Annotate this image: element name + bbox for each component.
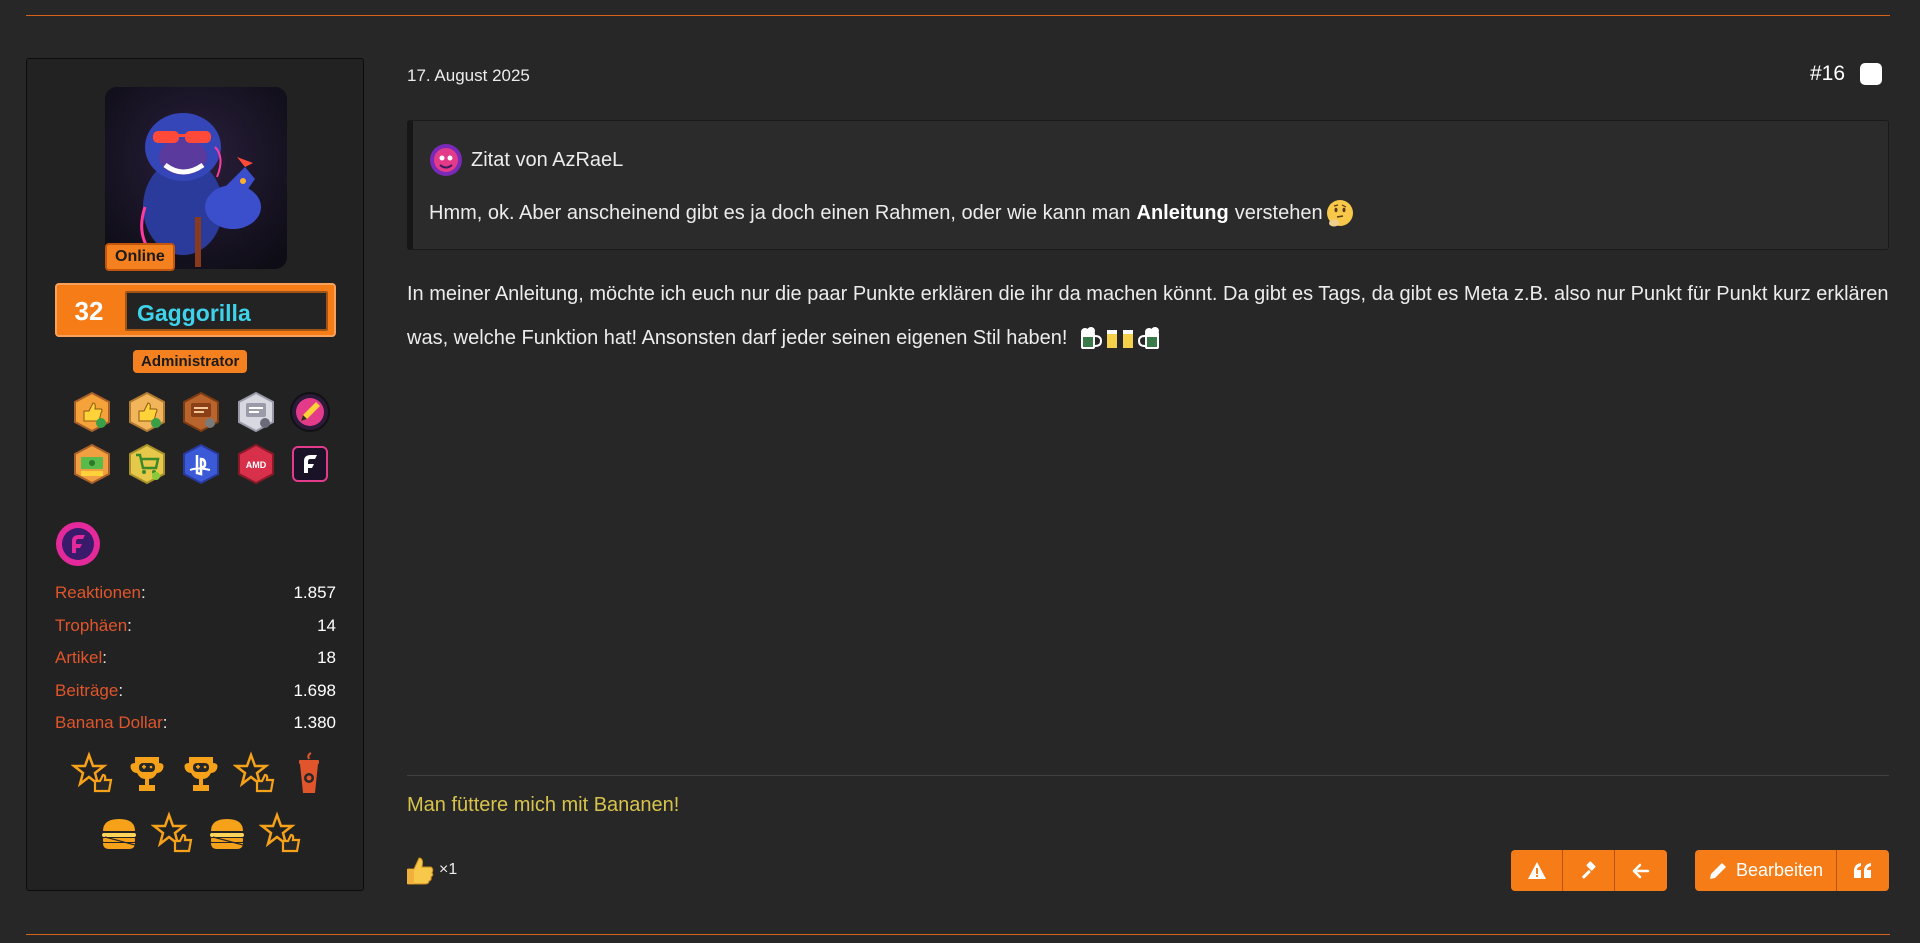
trophy-row-1 bbox=[71, 391, 331, 433]
quote-text-bold: Anleitung bbox=[1136, 201, 1229, 224]
stat-value: 1.857 bbox=[293, 583, 336, 603]
thumbs-up-500-trophy-icon[interactable] bbox=[126, 391, 168, 433]
avatar[interactable] bbox=[105, 87, 287, 269]
playstation-trophy-icon[interactable] bbox=[180, 443, 222, 485]
stat-row-posts: Beiträge: 1.698 bbox=[55, 680, 336, 700]
post-select-checkbox[interactable] bbox=[1860, 63, 1882, 85]
quote-text: Hmm, ok. Aber anscheinend gibt es ja doc… bbox=[429, 198, 1355, 228]
stat-row-trophies: Trophäen: 14 bbox=[55, 615, 336, 635]
author-stats: Reaktionen: 1.857 Trophäen: 14 Artikel: … bbox=[55, 577, 336, 740]
brand-f-trophy-icon[interactable] bbox=[289, 443, 331, 485]
stat-label[interactable]: Beiträge bbox=[55, 681, 118, 700]
gorilla-avatar-image bbox=[105, 87, 287, 269]
post-number-link[interactable]: #16 bbox=[1810, 62, 1845, 86]
gamepad-trophy-award-icon[interactable] bbox=[179, 751, 223, 795]
bottom-divider bbox=[26, 934, 1890, 935]
report-button[interactable] bbox=[1511, 850, 1563, 891]
level-username-box: 32 Gaggorilla bbox=[55, 283, 336, 337]
star-hand-award-icon[interactable] bbox=[151, 811, 195, 855]
coffee-cup-award-icon[interactable] bbox=[287, 751, 331, 795]
stat-row-articles: Artikel: 18 bbox=[55, 648, 336, 668]
reaction-summary[interactable]: ×1 bbox=[405, 854, 457, 886]
quote-text-end: verstehen bbox=[1234, 201, 1323, 224]
signature-text: Man füttere mich mit Bananen! bbox=[407, 794, 680, 816]
warning-icon bbox=[1527, 861, 1546, 879]
burger-award-icon[interactable] bbox=[205, 811, 249, 855]
beer-mug-icon bbox=[1081, 326, 1103, 349]
quote-icon bbox=[1854, 862, 1871, 878]
edit-button-label: Bearbeiten bbox=[1735, 860, 1824, 880]
burger-award-icon[interactable] bbox=[97, 811, 141, 855]
pencil-trophy-icon[interactable] bbox=[289, 391, 331, 433]
awards-row-1 bbox=[71, 751, 331, 795]
stat-value: 14 bbox=[317, 615, 336, 635]
star-hand-award-icon[interactable] bbox=[71, 751, 115, 795]
gavel-icon bbox=[1581, 860, 1596, 879]
user-level: 32 bbox=[74, 296, 104, 326]
trophy-row-2: AMD bbox=[71, 443, 331, 485]
amd-trophy-icon[interactable]: AMD bbox=[235, 443, 277, 485]
beer-glass-icon bbox=[1123, 329, 1133, 348]
signature-divider bbox=[407, 775, 1889, 776]
quote-text-start: Hmm, ok. Aber anscheinend gibt es ja doc… bbox=[429, 201, 1131, 224]
star-hand-award-icon[interactable] bbox=[259, 811, 303, 855]
thumbs-up-icon bbox=[407, 857, 434, 885]
gamepad-trophy-award-icon[interactable] bbox=[125, 751, 169, 795]
special-badge-icon[interactable] bbox=[55, 521, 101, 567]
beer-mug-icon bbox=[1137, 326, 1159, 349]
arrow-left-icon bbox=[1632, 863, 1650, 878]
stat-row-banana-dollar: Banana Dollar: 1.380 bbox=[55, 713, 336, 733]
star-hand-award-icon[interactable] bbox=[233, 751, 277, 795]
post-body: In meiner Anleitung, möchte ich euch nur… bbox=[407, 272, 1889, 360]
post-date[interactable]: 17. August 2025 bbox=[407, 66, 530, 86]
stat-label[interactable]: Banana Dollar bbox=[55, 713, 163, 732]
reply-button[interactable] bbox=[1615, 850, 1667, 891]
post-action-buttons: Bearbeiten bbox=[1695, 850, 1889, 891]
posts-1000-trophy-icon[interactable] bbox=[235, 391, 277, 433]
quote-button[interactable] bbox=[1837, 850, 1889, 891]
stat-value: 1.698 bbox=[293, 680, 336, 700]
reaction-count: ×1 bbox=[439, 861, 458, 878]
quote-author-avatar[interactable] bbox=[429, 143, 463, 177]
stat-label[interactable]: Trophäen bbox=[55, 616, 127, 635]
money-1000-trophy-icon[interactable] bbox=[71, 443, 113, 485]
svg-text:AMD: AMD bbox=[245, 460, 266, 470]
top-divider bbox=[26, 15, 1890, 16]
shopping-cart-50-trophy-icon[interactable] bbox=[126, 443, 168, 485]
stat-label[interactable]: Reaktionen bbox=[55, 583, 141, 602]
stat-value: 1.380 bbox=[293, 713, 336, 733]
role-badge[interactable]: Administrator bbox=[133, 350, 248, 373]
quote-block: Zitat von AzRaeL Hmm, ok. Aber anscheine… bbox=[407, 120, 1889, 250]
moderate-button[interactable] bbox=[1563, 850, 1615, 891]
username-container: Gaggorilla bbox=[125, 291, 328, 331]
beer-cheers-emojis bbox=[1077, 326, 1163, 352]
awards-row-2 bbox=[97, 811, 303, 855]
thumbs-up-100-trophy-icon[interactable] bbox=[71, 391, 113, 433]
author-sidebar: Online 32 Gaggorilla Administrator AMD R… bbox=[26, 58, 364, 891]
moderation-buttons bbox=[1511, 850, 1667, 891]
pencil-icon bbox=[1709, 862, 1726, 879]
stat-value: 18 bbox=[317, 648, 336, 668]
quote-author-link[interactable]: Zitat von AzRaeL bbox=[471, 149, 623, 172]
username-link[interactable]: Gaggorilla bbox=[137, 300, 251, 327]
thinking-face-emoji-icon bbox=[1326, 200, 1353, 227]
quote-header: Zitat von AzRaeL bbox=[429, 143, 623, 177]
posts-300-trophy-icon[interactable] bbox=[180, 391, 222, 433]
online-status-badge: Online bbox=[105, 243, 175, 271]
edit-button[interactable]: Bearbeiten bbox=[1695, 850, 1837, 891]
beer-glass-icon bbox=[1107, 329, 1117, 348]
stat-label[interactable]: Artikel bbox=[55, 648, 102, 667]
stat-row-reactions: Reaktionen: 1.857 bbox=[55, 583, 336, 603]
